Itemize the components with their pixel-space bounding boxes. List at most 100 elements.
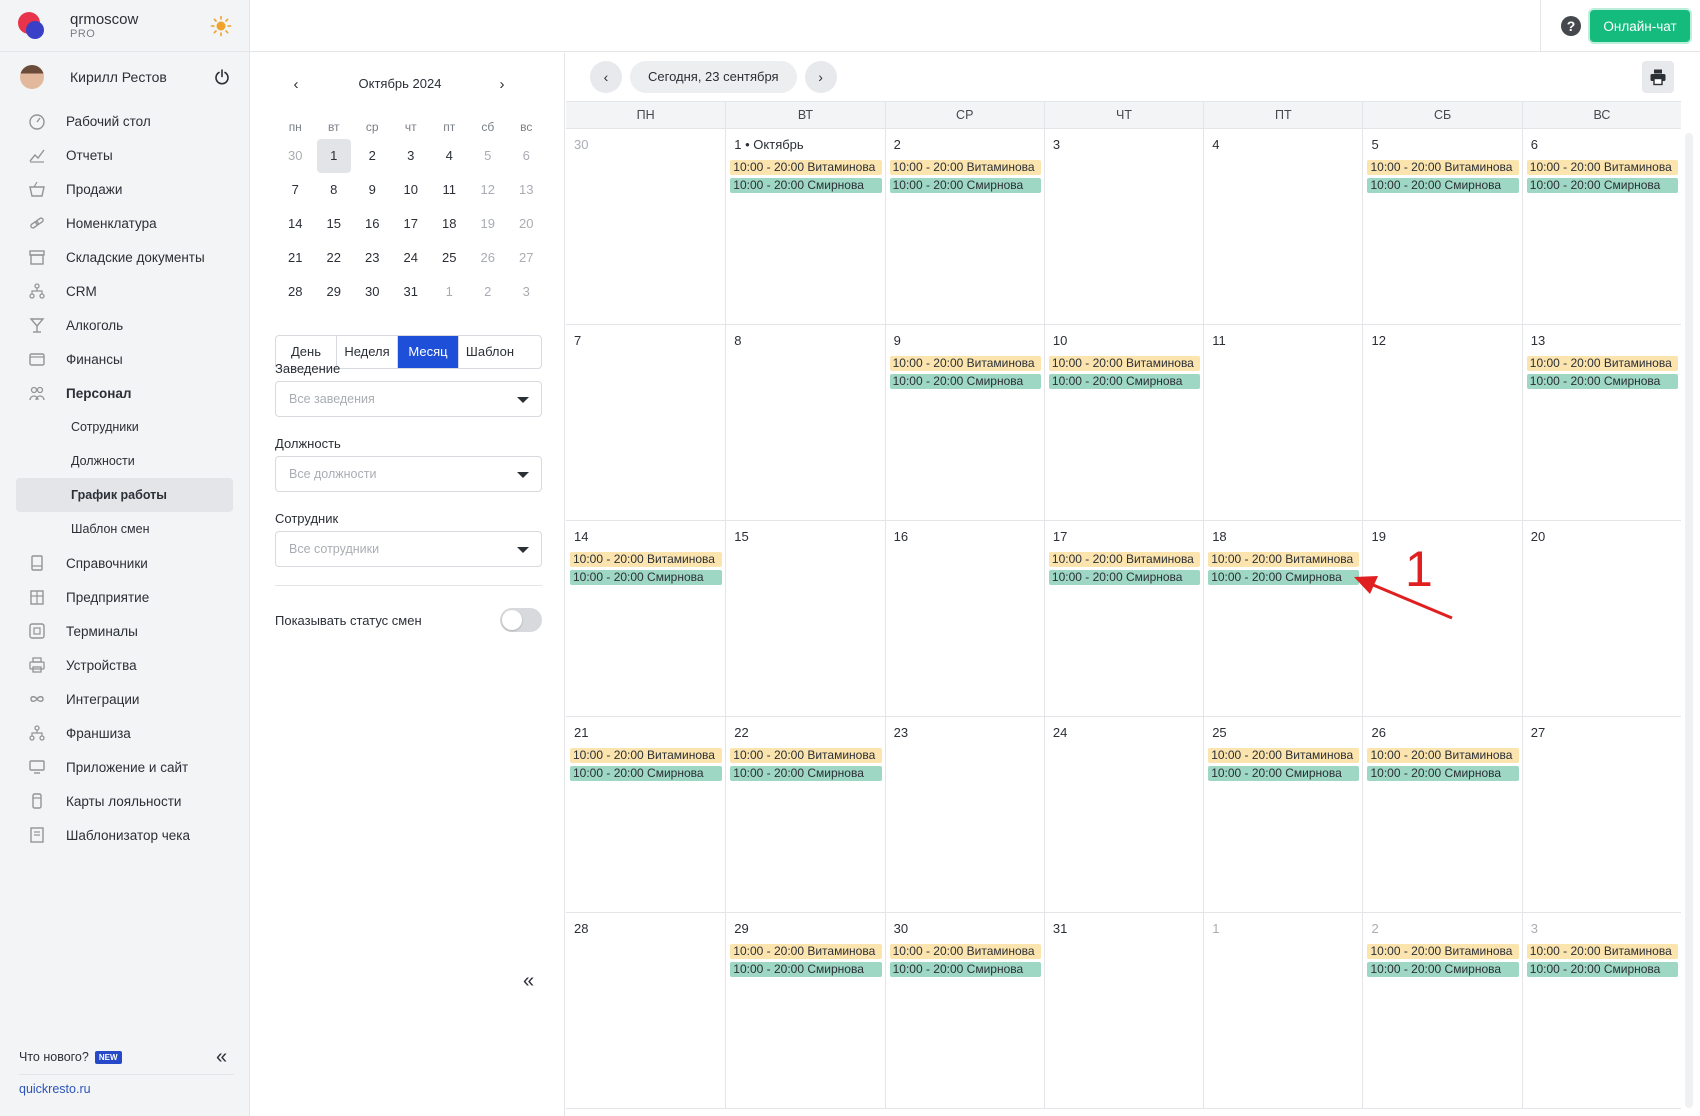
mini-calendar-day[interactable]: 7 bbox=[278, 173, 313, 207]
mini-calendar-day[interactable]: 4 bbox=[432, 139, 467, 173]
shift-chip[interactable]: 10:00 - 20:00 Смирнова bbox=[730, 766, 882, 781]
shift-chip[interactable]: 10:00 - 20:00 Смирнова bbox=[1526, 374, 1679, 389]
prev-month-button[interactable]: ‹ bbox=[590, 61, 622, 93]
shift-chip[interactable]: 10:00 - 20:00 Витаминова bbox=[730, 748, 882, 763]
nav-item-1[interactable]: Отчеты bbox=[0, 138, 249, 172]
nav-item-6[interactable]: Алкоголь bbox=[0, 308, 249, 342]
day-cell[interactable]: 6 10:00 - 20:00 Витаминова 10:00 - 20:00 С… bbox=[1521, 129, 1682, 325]
mini-calendar-day[interactable]: 2 bbox=[355, 139, 390, 173]
mini-calendar-day[interactable]: 18 bbox=[432, 207, 467, 241]
nav-item-7[interactable]: Финансы bbox=[0, 342, 249, 376]
day-cell[interactable]: 4 bbox=[1203, 129, 1363, 325]
mini-calendar-day[interactable]: 5 bbox=[471, 139, 506, 173]
day-cell[interactable]: 22 10:00 - 20:00 Витаминова 10:00 - 20:00 … bbox=[725, 717, 885, 913]
shift-chip[interactable]: 10:00 - 20:00 Смирнова bbox=[570, 766, 723, 781]
mini-calendar-day[interactable]: 22 bbox=[317, 241, 352, 275]
show-status-toggle[interactable] bbox=[500, 608, 542, 632]
shift-chip[interactable]: 10:00 - 20:00 Витаминова bbox=[1208, 748, 1360, 763]
mini-calendar-day[interactable]: 11 bbox=[432, 173, 467, 207]
day-cell[interactable]: 17 10:00 - 20:00 Витаминова 10:00 - 20:00 … bbox=[1043, 521, 1204, 717]
day-cell[interactable]: 30 10:00 - 20:00 Витаминова 10:00 - 20:00 … bbox=[884, 913, 1044, 1109]
day-cell[interactable]: 21 10:00 - 20:00 Витаминова 10:00 - 20:00 … bbox=[566, 717, 726, 913]
day-cell[interactable]: 25 10:00 - 20:00 Витаминова 10:00 - 20:00 … bbox=[1203, 717, 1363, 913]
nav-item-5[interactable]: Франшиза bbox=[0, 716, 249, 750]
shift-chip[interactable]: 10:00 - 20:00 Витаминова bbox=[570, 552, 723, 567]
day-cell[interactable]: 23 bbox=[884, 717, 1044, 913]
day-cell[interactable]: 8 bbox=[725, 325, 885, 521]
view-mode-1[interactable]: Неделя bbox=[337, 336, 398, 368]
day-cell[interactable]: 30 bbox=[566, 129, 726, 325]
mini-calendar-day[interactable]: 13 bbox=[509, 173, 544, 207]
mini-calendar-day[interactable]: 3 bbox=[509, 275, 544, 309]
mini-calendar-day[interactable]: 2 bbox=[471, 275, 506, 309]
shift-chip[interactable]: 10:00 - 20:00 Смирнова bbox=[1526, 178, 1679, 193]
nav-item-3[interactable]: Номенклатура bbox=[0, 206, 249, 240]
day-cell[interactable]: 1 • Октябрь 10:00 - 20:00 Витаминова 10:00… bbox=[725, 129, 885, 325]
shift-chip[interactable]: 10:00 - 20:00 Витаминова bbox=[730, 944, 882, 959]
mini-calendar-day[interactable]: 30 bbox=[278, 139, 313, 173]
mini-calendar-day[interactable]: 9 bbox=[355, 173, 390, 207]
shift-chip[interactable]: 10:00 - 20:00 Витаминова bbox=[889, 356, 1041, 371]
submenu-item-3[interactable]: Шаблон смен bbox=[0, 512, 249, 546]
nav-item-8[interactable]: Персонал bbox=[0, 376, 249, 410]
print-button[interactable] bbox=[1642, 61, 1674, 93]
shift-chip[interactable]: 10:00 - 20:00 Смирнова bbox=[1208, 570, 1360, 585]
shift-chip[interactable]: 10:00 - 20:00 Витаминова bbox=[1526, 356, 1679, 371]
nav-item-2[interactable]: Продажи bbox=[0, 172, 249, 206]
mini-calendar-day[interactable]: 23 bbox=[355, 241, 390, 275]
today-button[interactable]: Сегодня, 23 сентября bbox=[630, 61, 797, 93]
employee-select[interactable]: Все сотрудники bbox=[275, 531, 542, 567]
nav-item-1[interactable]: Предприятие bbox=[0, 580, 249, 614]
shift-chip[interactable]: 10:00 - 20:00 Смирнова bbox=[1048, 570, 1201, 585]
day-cell[interactable]: 1 bbox=[1203, 913, 1363, 1109]
day-cell[interactable]: 11 bbox=[1203, 325, 1363, 521]
shift-chip[interactable]: 10:00 - 20:00 Смирнова bbox=[1367, 178, 1519, 193]
submenu-item-0[interactable]: Сотрудники bbox=[0, 410, 249, 444]
mini-calendar-day[interactable]: 21 bbox=[278, 241, 313, 275]
nav-item-4[interactable]: Складские документы bbox=[0, 240, 249, 274]
mini-calendar-day[interactable]: 19 bbox=[471, 207, 506, 241]
day-cell[interactable]: 29 10:00 - 20:00 Витаминова 10:00 - 20:00 … bbox=[725, 913, 885, 1109]
day-cell[interactable]: 12 bbox=[1362, 325, 1522, 521]
day-cell[interactable]: 14 10:00 - 20:00 Витаминова 10:00 - 20:00 … bbox=[566, 521, 726, 717]
nav-item-0[interactable]: Рабочий стол bbox=[0, 104, 249, 138]
whats-new-link[interactable]: Что нового? NEW bbox=[19, 1050, 122, 1064]
mini-calendar-day[interactable]: 24 bbox=[394, 241, 429, 275]
mini-calendar-day[interactable]: 1 bbox=[432, 275, 467, 309]
nav-item-0[interactable]: Справочники bbox=[0, 546, 249, 580]
shift-chip[interactable]: 10:00 - 20:00 Смирнова bbox=[1048, 374, 1201, 389]
submenu-item-1[interactable]: Должности bbox=[0, 444, 249, 478]
chevron-left-icon[interactable]: ‹ bbox=[285, 73, 307, 95]
shift-chip[interactable]: 10:00 - 20:00 Витаминова bbox=[1048, 356, 1201, 371]
shift-chip[interactable]: 10:00 - 20:00 Витаминова bbox=[1526, 944, 1679, 959]
shift-chip[interactable]: 10:00 - 20:00 Витаминова bbox=[730, 160, 882, 175]
mini-calendar-day[interactable]: 1 bbox=[316, 139, 351, 173]
day-cell[interactable]: 10 10:00 - 20:00 Витаминова 10:00 - 20:00 … bbox=[1043, 325, 1204, 521]
position-select[interactable]: Все должности bbox=[275, 456, 542, 492]
mini-calendar-day[interactable]: 14 bbox=[278, 207, 313, 241]
mini-calendar-day[interactable]: 10 bbox=[394, 173, 429, 207]
day-cell[interactable]: 2 10:00 - 20:00 Витаминова 10:00 - 20:00 С… bbox=[884, 129, 1044, 325]
mini-calendar-day[interactable]: 6 bbox=[509, 139, 544, 173]
power-icon[interactable] bbox=[214, 69, 230, 85]
view-mode-2[interactable]: Месяц bbox=[398, 336, 459, 368]
shift-chip[interactable]: 10:00 - 20:00 Витаминова bbox=[1526, 160, 1679, 175]
day-cell[interactable]: 3 bbox=[1043, 129, 1204, 325]
mini-calendar-day[interactable]: 15 bbox=[317, 207, 352, 241]
shift-chip[interactable]: 10:00 - 20:00 Витаминова bbox=[1367, 160, 1519, 175]
mini-calendar-day[interactable]: 29 bbox=[317, 275, 352, 309]
nav-item-4[interactable]: Интеграции bbox=[0, 682, 249, 716]
collapse-filters-icon[interactable]: « bbox=[523, 970, 534, 993]
day-cell[interactable]: 13 10:00 - 20:00 Витаминова 10:00 - 20:00 … bbox=[1521, 325, 1682, 521]
sun-icon[interactable] bbox=[210, 15, 232, 37]
shift-chip[interactable]: 10:00 - 20:00 Смирнова bbox=[570, 570, 723, 585]
user-profile[interactable]: Кирилл Рестов bbox=[0, 52, 249, 102]
venue-select[interactable]: Все заведения bbox=[275, 381, 542, 417]
nav-item-2[interactable]: Терминалы bbox=[0, 614, 249, 648]
day-cell[interactable]: 18 10:00 - 20:00 Витаминова 10:00 - 20:00 … bbox=[1203, 521, 1363, 717]
mini-calendar-day[interactable]: 3 bbox=[394, 139, 429, 173]
day-cell[interactable]: 9 10:00 - 20:00 Витаминова 10:00 - 20:00 С… bbox=[884, 325, 1044, 521]
online-chat-button[interactable]: Онлайн-чат bbox=[1590, 10, 1690, 42]
shift-chip[interactable]: 10:00 - 20:00 Смирнова bbox=[1526, 962, 1679, 977]
mini-calendar-day[interactable]: 8 bbox=[317, 173, 352, 207]
